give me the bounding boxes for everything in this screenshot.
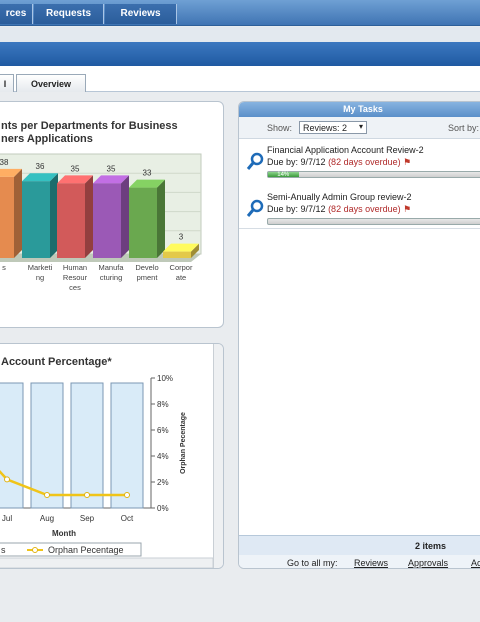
link-access[interactable]: Ac	[471, 558, 480, 568]
category-label: pment	[137, 273, 159, 282]
y-tick-label: 6%	[157, 426, 169, 435]
legend-label: Orphan Pecentage	[48, 545, 124, 555]
category-label: Human	[63, 263, 87, 272]
x-tick-label: Oct	[121, 514, 134, 523]
bar-side	[50, 173, 58, 258]
tasks-count: 2 items	[415, 541, 447, 551]
y-tick-label: 10%	[157, 374, 173, 383]
nav-item-resources[interactable]: rces	[0, 4, 33, 24]
category-label: Corpor	[170, 263, 193, 272]
data-point	[124, 492, 130, 498]
horizontal-scrollbar[interactable]	[0, 557, 214, 568]
bar	[0, 176, 14, 258]
line-chart-panel: Account Percentage* Jul Aug Sep Oct 10% 8% 6% 4…	[0, 343, 224, 569]
category-label: Resour	[63, 273, 88, 282]
category-label: cturing	[100, 273, 123, 282]
my-tasks-header: My Tasks	[239, 102, 480, 117]
task-progress-bar	[267, 218, 480, 225]
task-title[interactable]: Financial Application Account Review-2	[267, 145, 424, 155]
show-select[interactable]: Reviews: 2 ▾	[299, 121, 367, 134]
flag-icon: ⚑	[403, 157, 412, 167]
bar-chart-panel: nts per Departments for Business ners Ap…	[0, 101, 224, 328]
bar-chart: 38 s 36 Marketing 35 HumanResources 35 Manufact…	[0, 153, 202, 292]
page-header-bar	[0, 42, 480, 66]
review-icon	[246, 152, 264, 170]
x-axis-title: Month	[52, 529, 76, 538]
bar-value-label: 36	[36, 162, 45, 171]
column-bar	[0, 382, 24, 509]
y-axis-title: Orphan Pecentage	[180, 412, 187, 474]
column-bar	[70, 382, 104, 509]
category-label: s	[2, 263, 6, 272]
data-point	[84, 492, 90, 498]
bar-value-label: 38	[0, 158, 9, 167]
bar	[129, 187, 157, 258]
task-due: Due by: 9/7/12 (82 days overdue) ⚑	[267, 157, 411, 168]
bar	[93, 183, 121, 258]
column-bar	[30, 382, 64, 509]
top-nav: rces Requests Reviews	[0, 0, 480, 26]
task-due-date: Due by: 9/7/12	[267, 204, 326, 214]
task-due: Due by: 9/7/12 (82 days overdue) ⚑	[267, 204, 411, 215]
line-chart-scrollbar[interactable]	[213, 344, 223, 568]
link-approvals[interactable]: Approvals	[408, 558, 448, 568]
show-select-value: Reviews: 2	[303, 123, 348, 133]
link-reviews[interactable]: Reviews	[354, 558, 388, 568]
category-label: Manufa	[98, 263, 124, 272]
tasks-count-bar: 2 items	[239, 535, 480, 555]
flag-icon: ⚑	[403, 204, 412, 214]
y-tick-label: 2%	[157, 478, 169, 487]
divider	[239, 228, 480, 229]
line-chart: Jul Aug Sep Oct 10% 8% 6% 4% 2% 0% Orphan Pecentag…	[0, 374, 214, 568]
x-tick-label: Sep	[80, 514, 95, 523]
tasks-footer: Go to all my: Reviews Approvals Ac	[239, 555, 480, 568]
bar-value-label: 33	[143, 169, 152, 178]
category-label: Develo	[135, 263, 158, 272]
nav-item-requests[interactable]: Requests	[34, 4, 104, 24]
review-icon	[246, 199, 264, 217]
task-overdue: (82 days overdue)	[328, 204, 401, 214]
task-due-date: Due by: 9/7/12	[267, 157, 326, 167]
bar-value-label: 35	[71, 164, 80, 173]
task-progress-fill: 14%	[268, 172, 299, 178]
data-point	[44, 492, 50, 498]
bar	[22, 181, 50, 258]
y-tick-label: 8%	[157, 400, 169, 409]
x-tick-label: Jul	[2, 514, 12, 523]
bar	[163, 251, 191, 258]
y-tick-label: 4%	[157, 452, 169, 461]
bar-side	[157, 179, 165, 258]
category-label: ces	[69, 283, 81, 292]
task-overdue: (82 days overdue)	[328, 157, 401, 167]
tab-strip: l Overview	[0, 66, 480, 92]
my-tasks-panel: My Tasks Show: Reviews: 2 ▾ Sort by: Fin…	[238, 101, 480, 569]
bar-value-label: 35	[107, 164, 116, 173]
bar-side	[85, 175, 93, 258]
legend-marker	[32, 547, 38, 553]
tab-previous[interactable]: l	[0, 74, 14, 92]
category-label: ate	[176, 273, 186, 282]
task-progress-bar: 14%	[267, 171, 480, 178]
category-label: Marketi	[28, 263, 53, 272]
legend-partial-label: s	[1, 545, 6, 555]
bar-value-label: 3	[179, 233, 184, 242]
x-tick-label: Aug	[40, 514, 54, 523]
data-point	[4, 476, 10, 483]
tasks-filter-bar: Show: Reviews: 2 ▾ Sort by:	[239, 117, 480, 139]
page-footer-area	[0, 570, 480, 622]
column-bar	[110, 382, 144, 509]
tab-overview[interactable]: Overview	[16, 74, 86, 92]
bar-side	[14, 168, 22, 258]
sub-header	[0, 27, 480, 42]
bar-side	[121, 175, 129, 258]
category-label: ng	[36, 273, 44, 282]
nav-item-reviews[interactable]: Reviews	[105, 4, 177, 24]
task-title[interactable]: Semi-Anually Admin Group review-2	[267, 192, 412, 202]
goto-label: Go to all my:	[287, 558, 338, 568]
chevron-down-icon: ▾	[358, 122, 363, 131]
sort-label: Sort by:	[448, 123, 480, 133]
bar	[57, 183, 85, 258]
y-tick-label: 0%	[157, 504, 169, 513]
show-label: Show:	[267, 123, 293, 133]
